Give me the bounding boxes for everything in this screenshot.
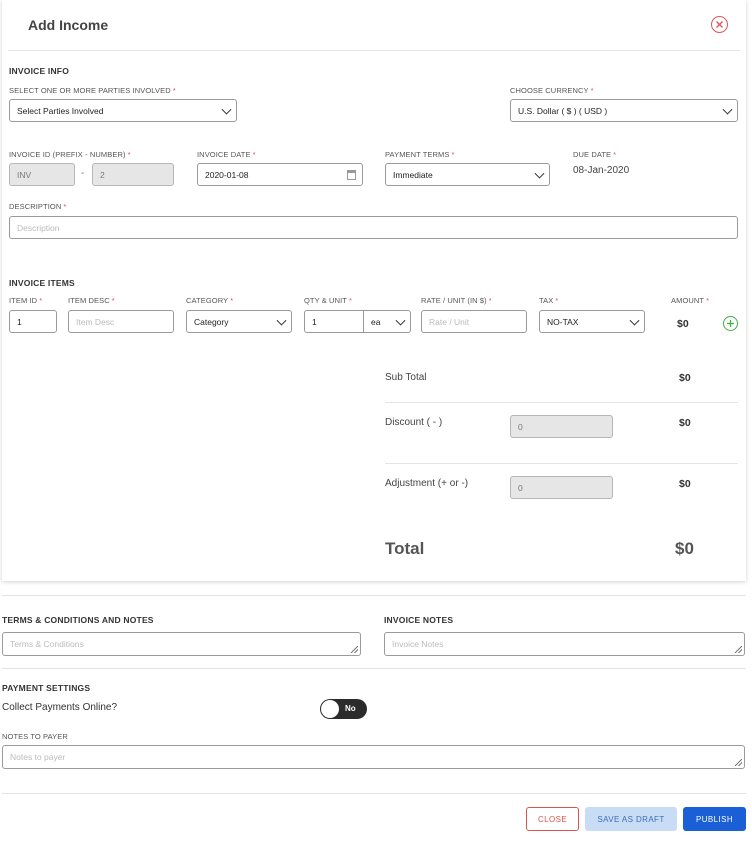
category-select[interactable]: Category — [186, 310, 292, 333]
chevron-down-icon — [395, 315, 406, 326]
discount-input[interactable]: 0 — [510, 415, 613, 438]
publish-button[interactable]: PUBLISH — [683, 807, 746, 831]
invoice-items-heading: INVOICE ITEMS — [9, 278, 75, 288]
invoice-date-label: INVOICE DATE * — [197, 150, 256, 159]
currency-label: CHOOSE CURRENCY * — [510, 86, 594, 95]
discount-value: $0 — [679, 417, 691, 429]
invoice-notes-textarea[interactable]: Invoice Notes — [384, 632, 745, 656]
parties-label: SELECT ONE OR MORE PARTIES INVOLVED * — [9, 86, 176, 95]
close-button[interactable]: CLOSE — [526, 807, 579, 831]
col-amount: AMOUNT * — [671, 296, 710, 305]
due-date-value: 08-Jan-2020 — [573, 165, 630, 176]
chevron-down-icon — [276, 315, 287, 326]
total-value: $0 — [675, 539, 694, 558]
chevron-down-icon — [534, 168, 545, 179]
discount-label: Discount ( - ) — [385, 417, 443, 428]
toggle-knob — [321, 700, 339, 718]
due-date-label: DUE DATE * — [573, 150, 617, 159]
total-label: Total — [385, 539, 425, 558]
col-category: CATEGORY * — [186, 296, 234, 305]
subtotal-divider — [385, 402, 738, 403]
payment-divider — [2, 668, 746, 669]
actions-divider — [2, 793, 746, 794]
payment-settings-heading: PAYMENT SETTINGS — [2, 683, 91, 693]
item-id-input[interactable]: 1 — [9, 310, 57, 333]
subtotal-label: Sub Total — [385, 372, 427, 383]
terms-textarea[interactable]: Terms & Conditions — [2, 632, 361, 656]
invoice-info-heading: INVOICE INFO — [9, 66, 70, 76]
invoice-notes-heading: INVOICE NOTES — [384, 615, 454, 625]
payment-terms-label: PAYMENT TERMS * — [385, 150, 455, 159]
collect-online-label: Collect Payments Online? — [2, 702, 118, 713]
page-title: Add Income — [28, 17, 109, 33]
invoice-date-input[interactable]: 2020-01-08 — [197, 163, 363, 186]
parties-select[interactable]: Select Parties Involved — [9, 99, 237, 122]
col-qty-unit: QTY & UNIT * — [304, 296, 352, 305]
item-desc-input[interactable]: Item Desc — [68, 310, 174, 333]
resize-handle-icon[interactable] — [351, 646, 358, 653]
col-tax: TAX * — [539, 296, 559, 305]
unit-select[interactable]: ea — [363, 310, 411, 333]
collect-online-toggle[interactable]: No — [320, 699, 367, 719]
col-item-id: ITEM ID * — [9, 296, 43, 305]
currency-select[interactable]: U.S. Dollar ( $ ) ( USD ) — [510, 99, 738, 122]
terms-heading: TERMS & CONDITIONS AND NOTES — [2, 615, 154, 625]
close-icon[interactable] — [711, 16, 728, 33]
invoice-id-label: INVOICE ID (PREFIX - NUMBER) * — [9, 150, 131, 159]
adjustment-label: Adjustment (+ or -) — [385, 478, 469, 489]
chevron-down-icon — [629, 315, 640, 326]
subtotal-value: $0 — [679, 372, 691, 384]
qty-input[interactable]: 1 — [304, 310, 364, 333]
resize-handle-icon[interactable] — [735, 759, 742, 766]
add-income-panel: Add Income INVOICE INFO SELECT ONE OR MO… — [2, 0, 746, 581]
notes-to-payer-textarea[interactable]: Notes to payer — [2, 745, 745, 769]
adjustment-value: $0 — [679, 478, 691, 490]
col-rate: RATE / UNIT (IN $) * — [421, 296, 492, 305]
add-row-icon[interactable] — [723, 316, 738, 331]
description-label: DESCRIPTION * — [9, 202, 67, 211]
adjustment-input[interactable]: 0 — [510, 476, 613, 499]
resize-handle-icon[interactable] — [735, 646, 742, 653]
notes-to-payer-label: NOTES TO PAYER — [2, 732, 68, 741]
invoice-number-input[interactable]: 2 — [92, 163, 174, 186]
save-draft-button[interactable]: SAVE AS DRAFT — [585, 807, 677, 831]
discount-divider — [385, 463, 738, 464]
toggle-label: No — [345, 704, 356, 713]
col-item-desc: ITEM DESC * — [68, 296, 115, 305]
calendar-icon[interactable] — [347, 170, 356, 180]
chevron-down-icon — [722, 104, 733, 115]
header-divider — [8, 50, 740, 51]
notes-divider — [2, 595, 746, 596]
rate-input[interactable]: Rate / Unit — [421, 310, 527, 333]
item-amount: $0 — [677, 318, 689, 330]
description-input[interactable]: Description — [9, 216, 738, 239]
invoice-prefix-input[interactable]: INV — [9, 163, 75, 186]
tax-select[interactable]: NO-TAX — [539, 310, 645, 333]
invoice-id-separator: - — [81, 168, 85, 179]
chevron-down-icon — [221, 104, 232, 115]
payment-terms-select[interactable]: Immediate — [385, 163, 550, 186]
